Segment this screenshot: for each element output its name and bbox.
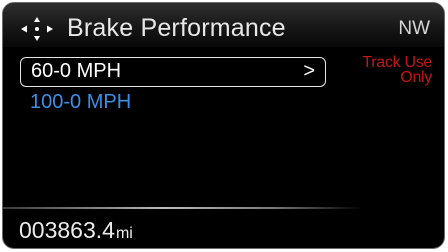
odometer-unit: mi: [115, 225, 133, 242]
menu-item-label: 100-0 MPH: [30, 91, 132, 113]
odometer-area: 003863.4mi: [3, 207, 444, 247]
divider-line: [3, 207, 363, 209]
odometer-value: 003863.4: [19, 217, 115, 243]
chevron-right-icon: >: [303, 60, 315, 82]
warning-line-2: Only: [400, 69, 432, 86]
header-bar: Brake Performance NW: [3, 3, 444, 47]
menu-item-60-0-mph[interactable]: 60-0 MPH >: [20, 57, 326, 87]
track-use-warning: Track Use Only: [362, 54, 432, 86]
menu-item-100-0-mph[interactable]: 100-0 MPH: [20, 87, 326, 117]
four-way-arrows-icon: [21, 17, 53, 41]
odometer: 003863.4mi: [19, 217, 133, 244]
compass-heading: NW: [398, 18, 430, 39]
page-title: Brake Performance: [67, 14, 286, 42]
display-screen: Brake Performance NW 60-0 MPH > 100-0 MP…: [2, 2, 445, 249]
warning-line-1: Track Use: [362, 54, 432, 71]
menu-item-label: 60-0 MPH: [31, 60, 122, 82]
